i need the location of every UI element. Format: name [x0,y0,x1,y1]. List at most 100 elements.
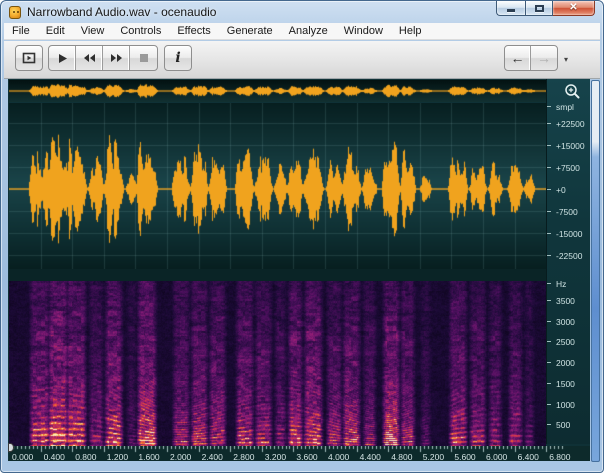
scale-tick [547,404,551,405]
scale-tick [547,211,551,212]
scale-label: -15000 [556,229,582,239]
menu-item-view[interactable]: View [73,23,113,40]
time-label: 1.200 [107,452,128,461]
nav-menu-caret[interactable]: ▾ [564,55,568,64]
time-label: 4.000 [328,452,349,461]
scale-label: Hz [556,279,566,289]
time-label: 6.400 [518,452,539,461]
menu-item-controls[interactable]: Controls [112,23,169,40]
back-arrow-icon: ← [511,51,525,65]
time-label: 3.200 [265,452,286,461]
time-label: 4.400 [360,452,381,461]
minimize-icon [507,9,515,12]
menu-item-file[interactable]: File [4,23,38,40]
play-icon [57,53,68,64]
time-label: 6.000 [486,452,507,461]
scale-label: 2000 [556,358,575,368]
scale-label: 2500 [556,337,575,347]
app-icon [9,6,21,19]
time-label: 0.000 [12,452,33,461]
time-label: 0.800 [75,452,96,461]
spectrogram-view[interactable] [9,281,546,446]
time-label: 2.800 [233,452,254,461]
toolbar: i -00:00:00.000 hr min sec smpl 8000 Hz … [4,41,600,79]
play-button[interactable] [49,46,76,70]
scale-label: -22500 [556,251,582,261]
scale-tick [547,383,551,384]
stop-icon [139,53,149,63]
forward-arrow-icon: → [537,51,551,65]
screenshot: Narrowband Audio.wav - ocenaudio ✕ FileE… [0,0,604,473]
minimize-button[interactable] [496,1,525,16]
menu-bar: FileEditViewControlsEffectsGenerateAnaly… [4,23,600,40]
zoom-icon[interactable] [564,83,581,100]
menu-item-effects[interactable]: Effects [169,23,218,40]
scale-label: +0 [556,185,566,195]
rewind-icon [83,53,96,63]
plots [9,79,546,461]
scale-tick [547,167,551,168]
scale-label: 1500 [556,379,575,389]
transport-group [48,45,158,71]
scale-tick [547,362,551,363]
fast-forward-icon [110,53,123,63]
time-label: 1.600 [138,452,159,461]
fast-forward-button[interactable] [103,46,130,70]
scale-tick [547,300,551,301]
time-label: 0.400 [44,452,65,461]
scale-tick [547,123,551,124]
forward-button[interactable]: → [531,46,557,70]
menu-item-window[interactable]: Window [336,23,391,40]
history-nav-group: ← → [504,45,558,71]
scale-tick [547,341,551,342]
scale-tick [547,233,551,234]
waveform-overview[interactable] [9,80,546,102]
info-button[interactable]: i [164,45,192,71]
maximize-button[interactable] [525,1,553,16]
window-title: Narrowband Audio.wav - ocenaudio [27,5,216,19]
maximize-icon [535,5,544,12]
scale-tick [547,189,551,190]
time-label: 6.800 [549,452,570,461]
scale-tick [547,321,551,322]
stop-button[interactable] [130,46,157,70]
scale-tick [547,424,551,425]
info-icon: i [175,50,180,66]
time-label: 2.400 [202,452,223,461]
menu-item-help[interactable]: Help [391,23,430,40]
scale-tick [547,145,551,146]
scale-label: 3500 [556,296,575,306]
back-button[interactable]: ← [505,46,531,70]
time-label: 2.000 [170,452,191,461]
scale-tick [547,255,551,256]
menu-item-edit[interactable]: Edit [38,23,73,40]
scale-label: 3000 [556,317,575,327]
close-button[interactable]: ✕ [553,1,595,16]
scale-label: +7500 [556,163,580,173]
menu-item-generate[interactable]: Generate [219,23,281,40]
scale-tick [547,106,551,107]
scale-label: +15000 [556,141,585,151]
time-label: 5.600 [454,452,475,461]
scale-label: 1000 [556,400,575,410]
time-label: 5.200 [423,452,444,461]
scale-label: +22500 [556,119,585,129]
waveform-view[interactable] [9,103,546,269]
menu-item-analyze[interactable]: Analyze [281,23,336,40]
play-in-new-window-button[interactable] [15,45,43,71]
play-window-icon [22,52,36,64]
rewind-button[interactable] [76,46,103,70]
scale-label: smpl [556,102,574,112]
time-label: 4.800 [391,452,412,461]
app-window: Narrowband Audio.wav - ocenaudio ✕ FileE… [0,0,604,473]
scale-label: -7500 [556,207,578,217]
scale-column: smpl +22500 +15000 +7500 +0 -7500 -15000 -22500… [546,79,590,444]
window-controls: ✕ [496,1,595,16]
time-label: 3.600 [296,452,317,461]
editor-area: 0.000 0.400 0.800 1.200 1.600 2.000 2.400 2.800… [8,79,590,461]
close-icon: ✕ [569,3,577,13]
view-divider [9,269,546,281]
scale-label: 500 [556,420,570,430]
scale-tick [547,283,551,284]
vertical-scrollbar[interactable] [591,80,600,462]
